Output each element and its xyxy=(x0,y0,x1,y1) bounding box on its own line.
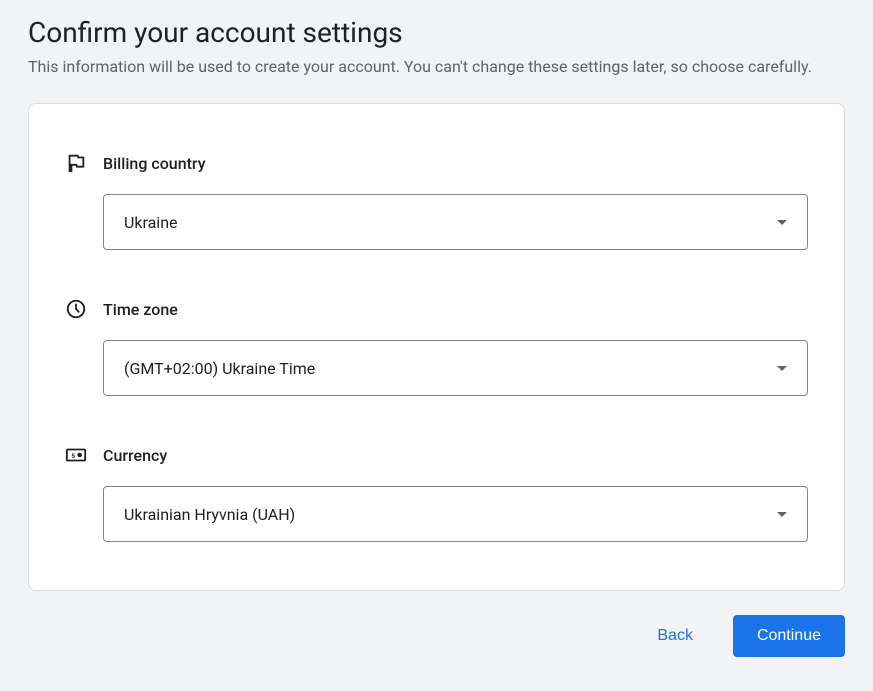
billing-country-value: Ukraine xyxy=(124,213,178,232)
flag-icon xyxy=(65,152,87,174)
action-bar: Back Continue xyxy=(28,615,845,657)
time-zone-group: Time zone (GMT+02:00) Ukraine Time xyxy=(65,298,808,396)
continue-button[interactable]: Continue xyxy=(733,615,845,657)
page-header: Confirm your account settings This infor… xyxy=(28,16,845,79)
back-button[interactable]: Back xyxy=(645,619,705,653)
time-zone-select[interactable]: (GMT+02:00) Ukraine Time xyxy=(103,340,808,396)
billing-country-label: Billing country xyxy=(103,154,206,173)
currency-value: Ukrainian Hryvnia (UAH) xyxy=(124,505,295,524)
currency-label: Currency xyxy=(103,446,167,465)
billing-country-header: Billing country xyxy=(65,152,808,174)
currency-icon: 5 xyxy=(65,444,87,466)
time-zone-label: Time zone xyxy=(103,300,178,319)
billing-country-select[interactable]: Ukraine xyxy=(103,194,808,250)
chevron-down-icon xyxy=(777,366,787,371)
chevron-down-icon xyxy=(777,512,787,517)
time-zone-header: Time zone xyxy=(65,298,808,320)
clock-icon xyxy=(65,298,87,320)
currency-header: 5 Currency xyxy=(65,444,808,466)
billing-country-group: Billing country Ukraine xyxy=(65,152,808,250)
chevron-down-icon xyxy=(777,220,787,225)
time-zone-value: (GMT+02:00) Ukraine Time xyxy=(124,359,315,378)
currency-group: 5 Currency Ukrainian Hryvnia (UAH) xyxy=(65,444,808,542)
currency-select[interactable]: Ukrainian Hryvnia (UAH) xyxy=(103,486,808,542)
svg-text:5: 5 xyxy=(71,452,75,460)
page-title: Confirm your account settings xyxy=(28,16,845,49)
settings-card: Billing country Ukraine Time zone (GMT+0… xyxy=(28,103,845,591)
page-subtitle: This information will be used to create … xyxy=(28,55,845,79)
